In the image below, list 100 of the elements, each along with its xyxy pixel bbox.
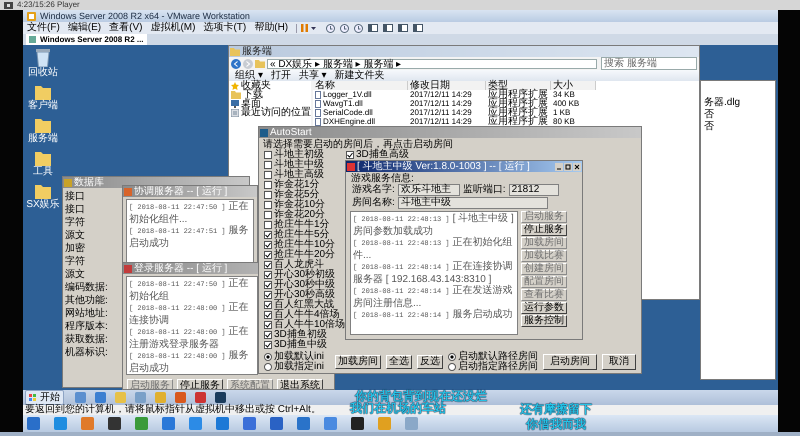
toolbar-button[interactable]: 打开 <box>270 70 291 81</box>
dialog-button[interactable]: 全选 <box>386 355 412 369</box>
checkbox-label: 百人龙虎斗 <box>274 260 324 270</box>
menu-item[interactable]: 虚拟机(M) <box>146 22 200 34</box>
subtitle: 你的背包背到现在还没烂 <box>355 390 487 402</box>
start-button[interactable]: 开始 <box>25 390 64 405</box>
field-label: 房间名称: <box>352 197 395 208</box>
table-cell: 应用程序扩展 <box>488 90 548 99</box>
field-label: 编码数据: <box>65 281 108 294</box>
nav-item[interactable]: 下载 <box>243 90 263 99</box>
service-button[interactable]: 运行参数 <box>521 302 567 314</box>
desktop-icon-label[interactable]: 回收站 <box>28 67 58 78</box>
field-label: 字符 <box>65 255 85 268</box>
table-cell: WavgT1.dll <box>323 99 363 108</box>
menu-item[interactable]: 选项卡(T) <box>199 22 250 34</box>
checkbox-label: 抢庄牛牛10分 <box>274 240 336 250</box>
desktop-icon-label[interactable]: 服务端 <box>28 133 58 144</box>
table-cell: 1 KB <box>553 108 570 117</box>
radio-label: 加载默认ini <box>274 352 324 362</box>
column-header[interactable]: 名称 <box>313 81 408 90</box>
toolbar-button[interactable]: 共享 ▾ <box>298 70 327 81</box>
input-field: 21812 <box>508 184 559 196</box>
field-label: 程序版本: <box>65 320 108 333</box>
checkbox-label: 抢庄牛牛5分 <box>274 230 330 240</box>
service-button[interactable]: 退出系统 <box>277 379 323 389</box>
field-label: 其他功能: <box>65 294 108 307</box>
window-title: Windows Server 2008 R2 x64 - VMware Workstation <box>40 10 250 22</box>
menu-item[interactable]: 查看(V) <box>105 22 146 34</box>
group-label: 游戏服务信息: <box>350 172 414 183</box>
table-cell: Logger_1V.dll <box>323 90 372 99</box>
text-line: 务器.dlg <box>703 97 742 109</box>
desktop-icon-label[interactable]: 客户端 <box>28 100 58 111</box>
field-label: 接口 <box>65 203 85 216</box>
player-title: 4:23/15:26 Player <box>17 0 80 10</box>
service-button[interactable]: 服务控制 <box>521 315 567 327</box>
table-cell: 应用程序扩展 <box>488 108 548 117</box>
table-cell: 2017/12/11 14:29 <box>410 90 472 99</box>
subtitle: 我们在机场的车站 <box>350 402 446 414</box>
nav-item[interactable]: 收藏夹 <box>241 81 271 90</box>
table-cell: DXHEngine.dll <box>323 117 376 126</box>
tab[interactable]: Windows Server 2008 R2 ... <box>26 34 147 45</box>
table-cell: 34 KB <box>553 90 575 99</box>
table-cell: 2017/12/11 14:29 <box>410 99 472 108</box>
field-label: 机器标识: <box>65 346 108 359</box>
input-field: 斗地主中级 <box>398 196 548 208</box>
dialog-button[interactable]: 取消 <box>602 354 636 370</box>
desktop-icon-label[interactable]: SX娱乐 <box>26 199 60 210</box>
service-button[interactable]: 停止服务 <box>521 224 567 236</box>
table-cell: 2017/12/11 14:29 <box>410 108 472 117</box>
field-label: 源文 <box>65 229 85 242</box>
table-cell: 应用程序扩展 <box>488 99 548 108</box>
subtitle: 还有摩擦留下 <box>520 403 592 415</box>
window-title: 登录服务器 -- [ 运行 ] <box>134 263 228 274</box>
column-header[interactable]: 修改日期 <box>408 81 486 90</box>
column-header[interactable]: 大小 <box>551 81 596 90</box>
field-label: 监听端口: <box>462 184 506 195</box>
field-label: 字符 <box>65 216 85 229</box>
checkbox-label: 诈金花1分 <box>274 180 320 190</box>
radio-label: 启动指定路径房间 <box>458 362 538 372</box>
radio-label: 启动默认路径房间 <box>458 352 538 362</box>
column-header[interactable]: 类型 <box>486 81 551 90</box>
text-line: 否 <box>703 109 715 121</box>
window-title: 协调服务器 -- [ 运行 ] <box>134 186 228 197</box>
table-cell: 应用程序扩展 <box>488 117 548 126</box>
search-field[interactable]: 搜索 服务端 <box>601 57 697 70</box>
table-cell: SerialCode.dll <box>323 108 373 117</box>
table-cell: 400 KB <box>553 99 580 108</box>
desktop-icon-label[interactable]: 工具 <box>33 166 53 177</box>
checkbox-label: 3D捕鱼初级 <box>274 330 327 340</box>
checkbox-label: 3D捕鱼高级 <box>356 150 409 160</box>
table-cell: 2017/12/11 14:29 <box>410 117 472 126</box>
input-field: 欢乐斗地主 <box>398 184 460 196</box>
checkbox-label: 开心30秒高级 <box>274 290 336 300</box>
toolbar-button[interactable]: 新建文件夹 <box>334 70 385 81</box>
address-bar[interactable]: « DX娱乐 ▸ 服务端 ▸ 服务端 ▸ <box>267 58 597 68</box>
menu-item[interactable]: 文件(F) <box>23 22 64 34</box>
table-cell: 80 KB <box>553 117 575 126</box>
subtitle: 你借我而我 <box>526 418 586 430</box>
field-label: 接口 <box>65 190 85 203</box>
checkbox-label: 抢庄牛牛1分 <box>274 220 330 230</box>
field-label: 游戏名字: <box>352 184 395 195</box>
field-label: 加密 <box>65 242 85 255</box>
dialog-button[interactable]: 启动房间 <box>543 354 597 370</box>
status-text: 要返回到您的计算机，请将鼠标指针从虚拟机中移出或按 Ctrl+Alt。 <box>25 404 321 415</box>
field-label: 源文 <box>65 268 85 281</box>
nav-item[interactable]: 最近访问的位置 <box>241 108 311 117</box>
checkbox-label: 斗地主高级 <box>274 170 324 180</box>
menu-item[interactable]: 编辑(E) <box>64 22 106 34</box>
checkbox-label: 百人牛牛10倍场 <box>274 320 346 330</box>
checkbox-label: 抢庄牛牛20分 <box>274 250 336 260</box>
dialog-button[interactable]: 反选 <box>417 355 443 369</box>
window-title: 服务端 <box>242 46 272 57</box>
toolbar-button[interactable]: 组织 ▾ <box>235 70 263 81</box>
checkbox-label: 斗地主初级 <box>274 150 324 160</box>
menu-item[interactable]: 帮助(H) <box>250 22 292 34</box>
nav-item[interactable]: 桌面 <box>241 99 261 108</box>
checkbox-label: 开心30秒中级 <box>274 280 336 290</box>
checkbox-label: 诈金花20分 <box>274 210 326 220</box>
dialog-button[interactable]: 加载房间 <box>335 355 381 369</box>
checkbox-label: 斗地主中级 <box>274 160 324 170</box>
